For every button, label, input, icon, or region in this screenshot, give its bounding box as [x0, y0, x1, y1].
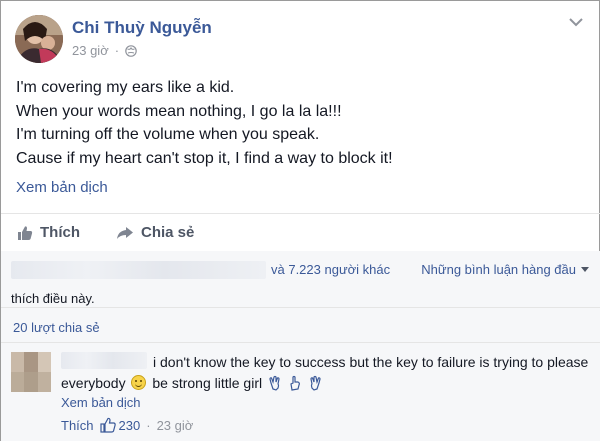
commenter-avatar[interactable]	[11, 352, 51, 392]
comment-like-button[interactable]: Thích	[61, 418, 94, 433]
post-body: I'm covering my ears like a kid. When yo…	[16, 76, 586, 170]
share-button[interactable]: Chia sẻ	[116, 224, 194, 241]
author-avatar[interactable]	[15, 15, 63, 63]
meta-separator: ·	[114, 43, 120, 58]
post-line: Cause if my heart can't stop it, I find …	[16, 149, 393, 167]
hand-icon	[269, 375, 280, 391]
comment-like-count-value: 230	[118, 417, 141, 433]
comment-body: i don't know the key to success but the …	[61, 352, 591, 394]
hand-icon	[310, 375, 321, 391]
comment-sort-label: Những bình luận hàng đầu	[421, 262, 576, 277]
comment-see-translation-link[interactable]: Xem bản dịch	[61, 395, 141, 410]
thumbs-up-icon	[99, 417, 116, 433]
see-translation-link[interactable]: Xem bản dịch	[16, 179, 108, 196]
like-button-label: Thích	[40, 224, 80, 241]
share-button-label: Chia sẻ	[141, 224, 195, 241]
comment-text-2: be strong little girl	[152, 375, 263, 391]
redacted-names	[11, 261, 266, 279]
like-button[interactable]: Thích	[17, 224, 80, 241]
comment-timestamp[interactable]: 23 giờ	[157, 418, 194, 433]
comment-meta-separator: ·	[146, 417, 151, 433]
comment-like-count[interactable]: 230	[99, 417, 141, 433]
shares-link[interactable]: 20 lượt chia sẻ	[13, 320, 100, 335]
likes-suffix: thích điều này.	[11, 291, 95, 306]
author-name[interactable]: Chi Thuỳ Nguyễn	[72, 18, 212, 38]
post-timestamp[interactable]: 23 giờ	[72, 43, 109, 58]
feedback-section: và 7.223 người khác Những bình luận hàng…	[1, 251, 600, 441]
thumbs-up-icon	[18, 225, 33, 240]
divider	[1, 342, 600, 343]
post-meta: 23 giờ ·	[72, 43, 137, 58]
smiley-icon	[131, 375, 147, 390]
chevron-down-icon[interactable]	[569, 17, 583, 27]
action-bar: Thích Chia sẻ	[17, 224, 230, 241]
globe-icon[interactable]	[125, 44, 137, 57]
comment-actions: Thích 230 · 23 giờ	[61, 417, 193, 433]
caret-down-icon	[581, 267, 589, 272]
post-line: I'm covering my ears like a kid.	[16, 79, 235, 96]
post-card: Chi Thuỳ Nguyễn 23 giờ · I'm covering my…	[0, 0, 600, 441]
comment-sort-dropdown[interactable]: Những bình luận hàng đầu	[421, 262, 589, 277]
others-link[interactable]: và 7.223 người khác	[271, 262, 390, 277]
divider	[1, 307, 600, 308]
post-line: When your words mean nothing, I go la la…	[16, 102, 342, 120]
divider	[1, 213, 600, 214]
post-line: I'm turning off the volume when you spea…	[16, 126, 320, 143]
share-arrow-icon	[117, 226, 133, 239]
hand-icon	[290, 375, 300, 391]
